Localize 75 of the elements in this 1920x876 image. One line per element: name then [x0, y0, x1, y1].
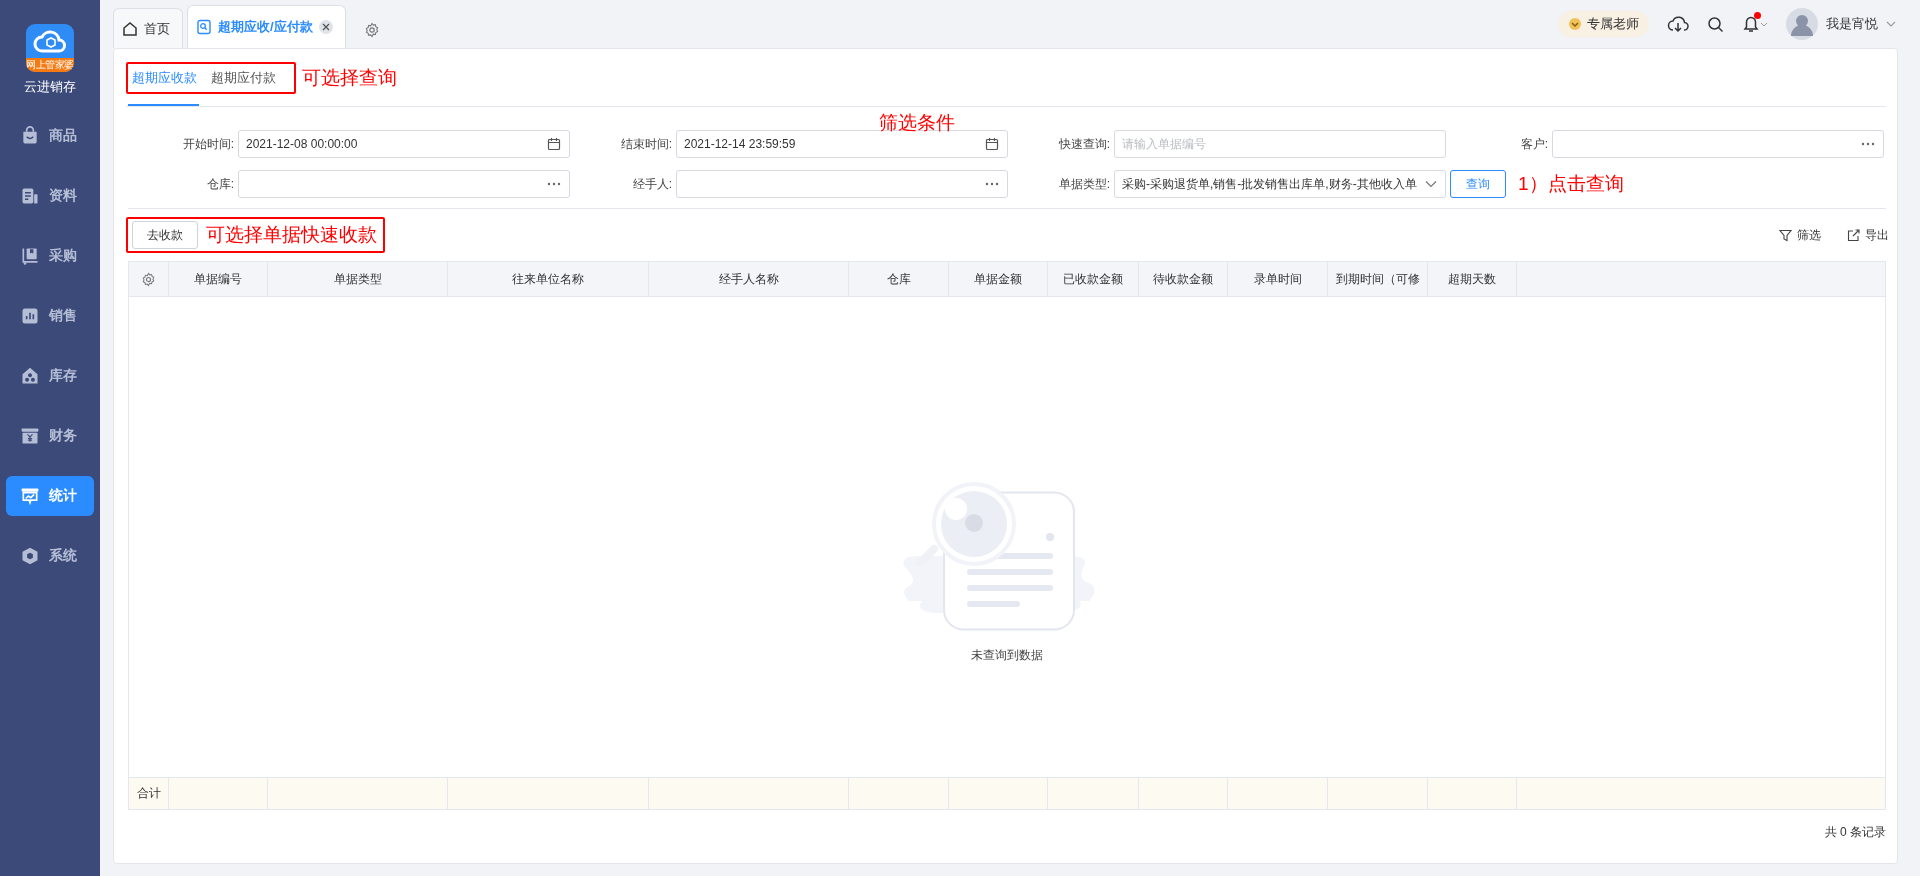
filter-icon [1779, 228, 1792, 242]
field-label: 经手人: [631, 175, 672, 193]
column-header[interactable]: 录单时间 [1228, 262, 1328, 296]
date-field[interactable]: 2021-12-08 00:00:00 [238, 130, 570, 158]
goods-icon [20, 126, 40, 146]
column-header[interactable]: 待收款金额 [1139, 262, 1228, 296]
annotation-text: 可选择查询 [302, 65, 397, 90]
avatar[interactable] [1786, 8, 1818, 40]
chevron-down-icon[interactable] [1886, 20, 1896, 28]
input-field[interactable] [676, 170, 1008, 198]
more-icon[interactable] [985, 182, 999, 186]
input-field[interactable] [238, 170, 570, 198]
logo-badge: 网上管家婆 [26, 58, 74, 72]
field-label: 单据类型: [1057, 175, 1110, 193]
settings-icon[interactable] [141, 271, 156, 287]
sidebar-item[interactable]: 采购 [6, 236, 94, 276]
sidebar-item[interactable]: 系统 [6, 536, 94, 576]
finance-icon [20, 426, 40, 446]
column-header[interactable]: 超期天数 [1428, 262, 1517, 296]
user-name[interactable]: 我是宵悦 [1826, 15, 1878, 33]
sidebar-item[interactable]: 商品 [6, 116, 94, 156]
sidebar-item[interactable]: 财务 [6, 416, 94, 456]
app-name: 云进销存 [24, 78, 76, 96]
annotation-text: 1）点击查询 [1518, 172, 1624, 196]
empty-message: 未查询到数据 [971, 646, 1043, 664]
document-icon [196, 19, 212, 35]
annotation-text: 可选择单据快速收款 [206, 223, 377, 247]
system-icon [20, 546, 40, 566]
settings-icon[interactable] [363, 22, 380, 38]
chevron-down-icon[interactable] [1425, 180, 1437, 188]
report-tab[interactable]: 超期应付款 [211, 65, 290, 90]
search-icon[interactable] [1707, 15, 1724, 33]
filter-button[interactable]: 筛选 [1779, 226, 1821, 244]
field-label: 快速查询: [1057, 135, 1110, 153]
tab-underline [128, 104, 199, 106]
input-field[interactable] [1552, 130, 1884, 158]
page-tab[interactable]: 首页 [113, 8, 183, 48]
more-icon[interactable] [1861, 142, 1875, 146]
dropdown-field[interactable]: 采购-采购退货单,销售-批发销售出库单,财务-其他收入单 [1114, 170, 1446, 198]
query-button[interactable]: 查询 [1450, 170, 1506, 198]
report-tab[interactable]: 超期应收款 [132, 65, 211, 90]
more-icon[interactable] [547, 182, 561, 186]
column-header[interactable]: 到期时间（可修 [1328, 262, 1428, 296]
column-header[interactable]: 已收款金额 [1048, 262, 1139, 296]
column-header[interactable]: 单据类型 [268, 262, 448, 296]
column-header[interactable]: 单据金额 [949, 262, 1048, 296]
export-button[interactable]: 导出 [1847, 226, 1889, 244]
column-header[interactable]: 仓库 [849, 262, 949, 296]
purchase-icon [20, 246, 40, 266]
sidebar-item[interactable]: 资料 [6, 176, 94, 216]
home-icon [122, 20, 138, 37]
export-icon [1847, 228, 1860, 242]
sidebar-item[interactable]: 库存 [6, 356, 94, 396]
record-count: 共 0 条记录 [1824, 824, 1886, 841]
records-icon [20, 186, 40, 206]
calendar-icon[interactable] [547, 137, 561, 151]
field-label: 结束时间: [619, 135, 672, 153]
teacher-button[interactable]: 专属老师 [1558, 11, 1649, 37]
field-label: 客户: [1519, 135, 1548, 153]
cloud-box-icon [33, 29, 67, 55]
total-label: 合计 [129, 778, 169, 809]
stats-icon [20, 486, 40, 506]
field-label: 仓库: [205, 175, 234, 193]
notification-bell-icon[interactable] [1742, 14, 1768, 34]
field-label: 开始时间: [181, 135, 234, 153]
sales-icon [20, 306, 40, 326]
sidebar-item[interactable]: 销售 [6, 296, 94, 336]
collect-button[interactable]: 去收款 [132, 221, 198, 249]
calendar-icon[interactable] [985, 137, 999, 151]
column-header[interactable]: 经手人名称 [649, 262, 849, 296]
close-icon[interactable] [318, 20, 333, 34]
cloud-download-icon[interactable] [1667, 15, 1689, 33]
column-header[interactable]: 单据编号 [169, 262, 268, 296]
stock-icon [20, 366, 40, 386]
column-header[interactable]: 往来单位名称 [448, 262, 649, 296]
